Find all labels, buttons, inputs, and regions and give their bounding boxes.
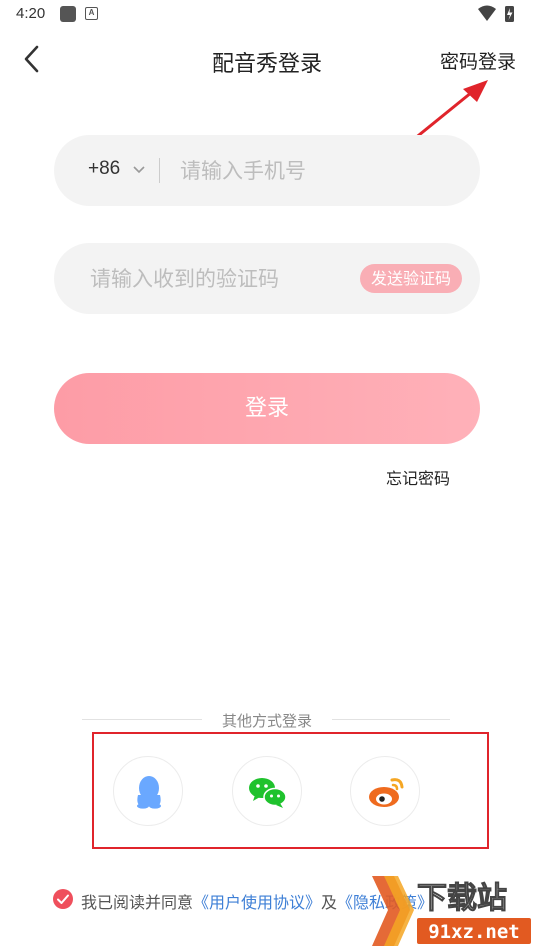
divider-right [332, 719, 450, 720]
phone-field: +86 [54, 135, 480, 206]
code-input[interactable] [90, 263, 340, 295]
qq-login-button[interactable] [113, 756, 183, 826]
wechat-login-button[interactable] [232, 756, 302, 826]
phone-input[interactable] [180, 155, 450, 187]
weibo-login-button[interactable] [350, 756, 420, 826]
send-code-button[interactable]: 发送验证码 [359, 264, 462, 293]
other-login-label: 其他方式登录 [221, 712, 312, 730]
wechat-icon [249, 778, 287, 808]
weibo-icon [369, 778, 404, 807]
wifi-icon [478, 5, 496, 21]
login-button[interactable]: 登录 [54, 373, 480, 444]
forgot-password-link[interactable]: 忘记密码 [386, 465, 450, 489]
code-field: 发送验证码 [54, 243, 480, 314]
status-bar: 4:20 A [0, 0, 534, 30]
privacy-policy-link[interactable]: 《隐私政策》 [337, 893, 433, 912]
field-divider [159, 158, 160, 183]
status-system-icons [478, 5, 514, 22]
user-agreement-link[interactable]: 《用户使用协议》 [193, 893, 321, 912]
a-badge-icon: A [85, 7, 98, 20]
country-code-selector[interactable]: +86 [88, 158, 120, 180]
checkmark-icon [57, 894, 69, 904]
agreement-text: 我已阅读并同意《用户使用协议》及《隐私政策》 [81, 889, 433, 913]
qq-icon [137, 776, 161, 809]
agree-and: 及 [321, 893, 338, 912]
chevron-down-icon[interactable] [132, 163, 146, 177]
agree-label: 我已阅读并同意 [81, 893, 194, 912]
watermark-url: 91xz.net [428, 921, 520, 943]
app-square-icon [60, 6, 76, 22]
password-login-link[interactable]: 密码登录 [440, 47, 516, 74]
status-time: 4:20 [16, 5, 46, 22]
agree-checkbox[interactable] [53, 889, 73, 909]
